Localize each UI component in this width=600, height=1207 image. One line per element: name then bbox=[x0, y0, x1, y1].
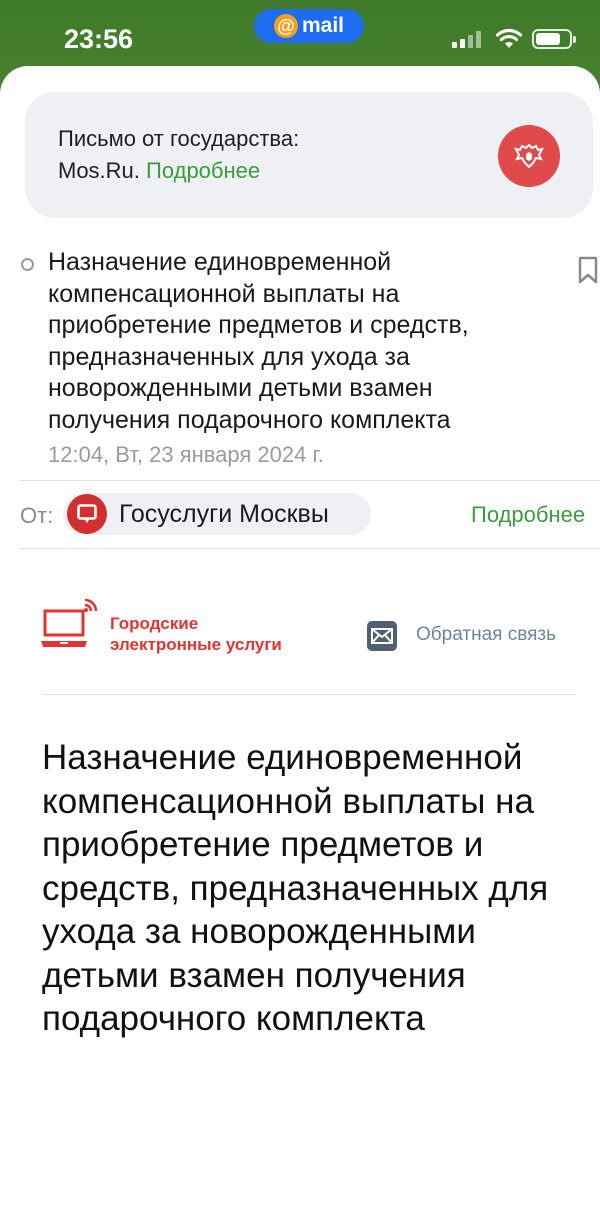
cellular-signal-icon bbox=[452, 30, 481, 48]
sender-chip[interactable]: Госуслуги Москвы bbox=[63, 493, 371, 535]
message-subject: Назначение единовременной компенсационно… bbox=[48, 248, 469, 434]
service-logo-text: Городские электронные услуги bbox=[110, 613, 282, 655]
unread-status-dot[interactable] bbox=[21, 258, 34, 271]
sender-avatar bbox=[67, 494, 107, 534]
wifi-icon bbox=[495, 28, 523, 48]
mail-app-label: mail bbox=[301, 14, 345, 37]
battery-icon bbox=[532, 29, 576, 49]
logo-line-2: электронные услуги bbox=[110, 635, 282, 654]
gov-banner-title: Письмо от государства: bbox=[58, 126, 300, 151]
sender-name: Госуслуги Москвы bbox=[119, 499, 329, 528]
divider bbox=[19, 480, 600, 481]
divider bbox=[19, 548, 600, 549]
gov-banner-source-line: Mos.Ru. Подробнее bbox=[58, 158, 260, 184]
logo-line-1: Городские bbox=[110, 614, 199, 633]
message-sheet: Письмо от государства: Mos.Ru. Подробнее… bbox=[0, 66, 600, 1207]
envelope-icon[interactable] bbox=[367, 621, 397, 651]
gov-banner-source: Mos.Ru. bbox=[58, 158, 140, 183]
sender-details-link[interactable]: Подробнее bbox=[471, 502, 585, 528]
russian-coat-of-arms-icon bbox=[498, 125, 560, 187]
laptop-logo-icon bbox=[41, 599, 98, 647]
divider bbox=[42, 694, 576, 695]
bookmark-icon[interactable] bbox=[578, 256, 598, 284]
message-date: 12:04, Вт, 23 января 2024 г. bbox=[48, 442, 324, 467]
feedback-link[interactable]: Обратная связь bbox=[416, 624, 556, 646]
from-label: От: bbox=[20, 503, 54, 528]
status-time: 23:56 bbox=[64, 24, 134, 54]
mail-app-pill[interactable]: @ mail bbox=[254, 9, 364, 43]
gosuslugi-logo-icon bbox=[77, 504, 97, 523]
government-letter-banner[interactable]: Письмо от государства: Mos.Ru. Подробнее bbox=[25, 92, 593, 218]
gov-banner-more-link[interactable]: Подробнее bbox=[146, 158, 260, 183]
email-body-title: Назначение единовременной компенсационно… bbox=[42, 738, 549, 1038]
at-sign-icon: @ bbox=[273, 14, 298, 38]
